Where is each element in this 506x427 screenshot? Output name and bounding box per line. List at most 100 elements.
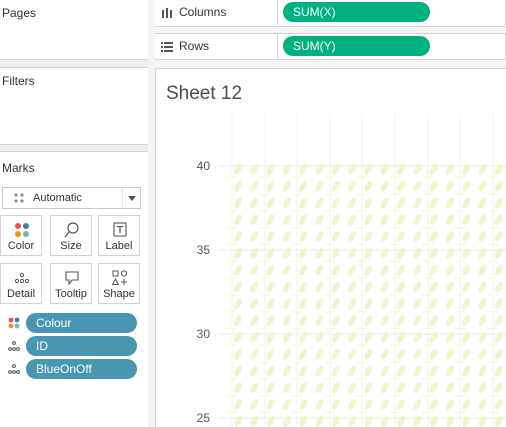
scatter-mark[interactable] [395,314,406,327]
scatter-mark[interactable] [281,213,292,226]
scatter-mark[interactable] [493,415,504,427]
scatter-mark[interactable] [330,364,341,377]
scatter-mark[interactable] [265,179,276,192]
scatter-mark[interactable] [281,179,292,192]
scatter-mark[interactable] [379,347,390,360]
scatter-mark[interactable] [477,398,488,411]
scatter-mark[interactable] [265,398,276,411]
scatter-mark[interactable] [232,247,243,260]
scatter-mark[interactable] [379,280,390,293]
scatter-mark[interactable] [330,314,341,327]
scatter-mark[interactable] [347,280,358,293]
scatter-mark[interactable] [249,347,260,360]
scatter-mark[interactable] [461,331,472,344]
scatter-mark[interactable] [330,163,341,176]
scatter-mark[interactable] [461,297,472,310]
scatter-mark[interactable] [395,364,406,377]
scatter-mark[interactable] [379,163,390,176]
scatter-mark[interactable] [428,179,439,192]
scatter-mark[interactable] [477,280,488,293]
scatter-mark[interactable] [298,314,309,327]
scatter-mark[interactable] [265,314,276,327]
scatter-mark[interactable] [477,331,488,344]
scatter-mark[interactable] [461,230,472,243]
scatter-mark[interactable] [379,247,390,260]
scatter-mark[interactable] [298,179,309,192]
scatter-mark[interactable] [461,196,472,209]
scatter-mark[interactable] [363,163,374,176]
scatter-mark[interactable] [347,331,358,344]
scatter-mark[interactable] [232,230,243,243]
scatter-mark[interactable] [347,179,358,192]
scatter-mark[interactable] [493,179,504,192]
scatter-mark[interactable] [428,280,439,293]
scatter-mark[interactable] [395,213,406,226]
scatter-mark[interactable] [249,196,260,209]
scatter-mark[interactable] [298,247,309,260]
scatter-mark[interactable] [412,247,423,260]
scatter-mark[interactable] [281,398,292,411]
scatter-mark[interactable] [379,213,390,226]
rows-shelf[interactable]: Rows SUM(Y) [155,33,506,60]
scatter-mark[interactable] [363,381,374,394]
scatter-mark[interactable] [363,280,374,293]
scatter-mark[interactable] [379,331,390,344]
scatter-mark[interactable] [298,381,309,394]
scatter-mark[interactable] [363,247,374,260]
scatter-mark[interactable] [265,163,276,176]
scatter-mark[interactable] [493,314,504,327]
scatter-mark[interactable] [428,314,439,327]
scatter-mark[interactable] [347,230,358,243]
scatter-mark[interactable] [232,314,243,327]
scatter-mark[interactable] [232,398,243,411]
scatter-mark[interactable] [444,196,455,209]
scatter-mark[interactable] [461,213,472,226]
scatter-mark[interactable] [265,230,276,243]
scatter-mark[interactable] [281,331,292,344]
scatter-mark[interactable] [232,280,243,293]
scatter-mark[interactable] [314,398,325,411]
sum-y-pill[interactable]: SUM(Y) [283,36,430,56]
scatter-mark[interactable] [330,196,341,209]
scatter-mark[interactable] [347,163,358,176]
scatter-mark[interactable] [412,364,423,377]
scatter-mark[interactable] [249,331,260,344]
chevron-down-icon[interactable] [122,188,140,208]
scatter-mark[interactable] [493,381,504,394]
scatter-mark[interactable] [265,280,276,293]
scatter-mark[interactable] [298,297,309,310]
scatter-mark[interactable] [249,230,260,243]
scatter-mark[interactable] [298,364,309,377]
scatter-mark[interactable] [428,364,439,377]
scatter-mark[interactable] [477,263,488,276]
scatter-mark[interactable] [412,347,423,360]
scatter-mark[interactable] [395,331,406,344]
scatter-mark[interactable] [347,381,358,394]
scatter-mark[interactable] [444,179,455,192]
scatter-mark[interactable] [477,381,488,394]
scatter-mark[interactable] [232,179,243,192]
scatter-mark[interactable] [314,247,325,260]
scatter-mark[interactable] [379,263,390,276]
scatter-mark[interactable] [395,230,406,243]
scatter-mark[interactable] [281,196,292,209]
scatter-mark[interactable] [363,314,374,327]
scatter-mark[interactable] [281,230,292,243]
scatter-mark[interactable] [232,331,243,344]
scatter-mark[interactable] [461,163,472,176]
scatter-mark[interactable] [395,381,406,394]
scatter-mark[interactable] [461,263,472,276]
scatter-mark[interactable] [412,280,423,293]
scatter-mark[interactable] [412,314,423,327]
scatter-mark[interactable] [493,247,504,260]
scatter-mark[interactable] [281,364,292,377]
scatter-mark[interactable] [249,280,260,293]
scatter-mark[interactable] [298,196,309,209]
scatter-mark[interactable] [347,213,358,226]
scatter-mark[interactable] [412,163,423,176]
scatter-mark[interactable] [265,331,276,344]
sum-x-pill[interactable]: SUM(X) [283,2,430,22]
scatter-mark[interactable] [477,213,488,226]
scatter-mark[interactable] [412,213,423,226]
scatter-mark[interactable] [347,347,358,360]
